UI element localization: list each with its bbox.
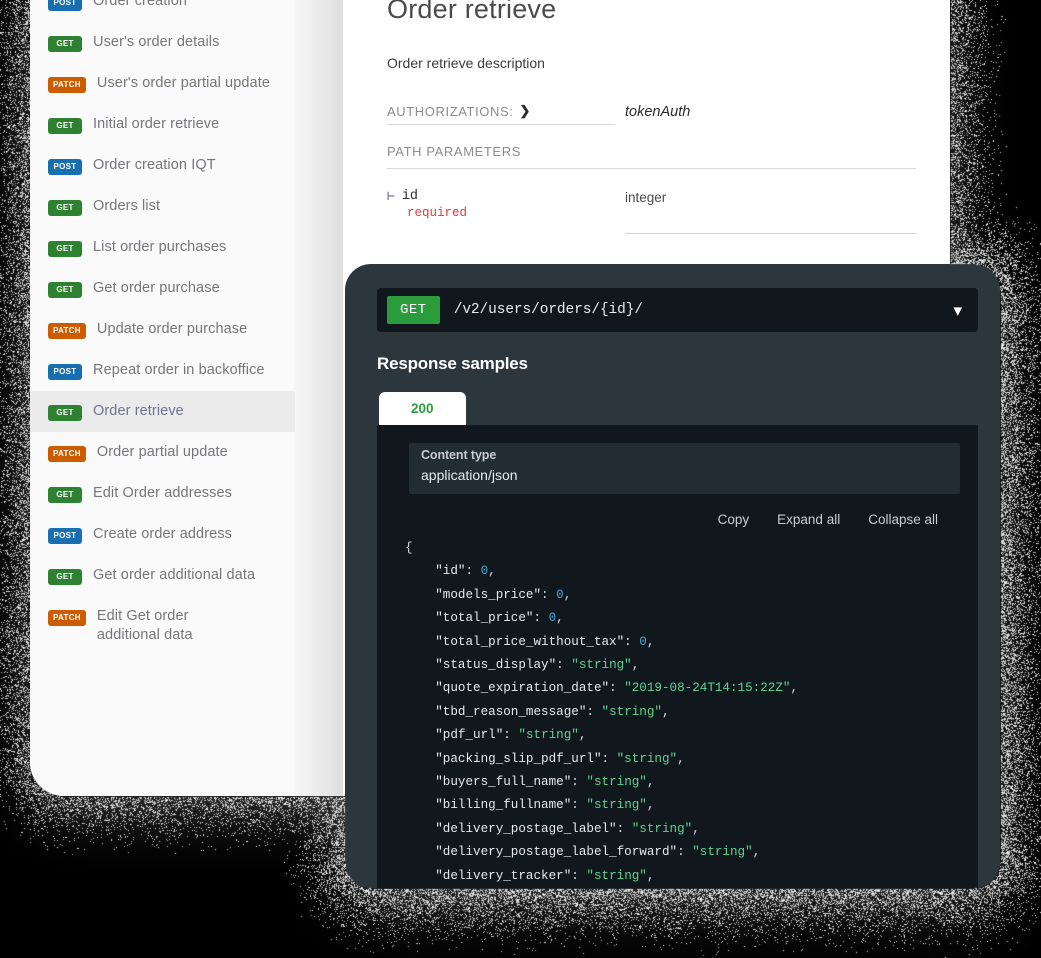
method-badge-get: GET [48,487,82,503]
sidebar-item-edit-get-order-additional-data[interactable]: PATCH Edit Get order additional data [30,596,295,656]
sidebar-item-label: Repeat order in backoffice [93,362,265,378]
sidebar-item-label: Edit Order addresses [93,485,233,501]
method-badge-patch: PATCH [48,446,86,462]
sidebar-item-list: POSTRepeat orderPOSTOrder creationGETUse… [30,0,295,656]
collapse-all-button[interactable]: Collapse all [868,512,938,527]
expand-all-button[interactable]: Expand all [777,512,840,527]
path-parameter-type: integer [625,190,667,205]
path-parameters-label: PATH PARAMETERS [387,128,916,169]
response-samples-title: Response samples [377,354,528,373]
content-type-label: Content type [421,448,497,462]
endpoint-method-badge: GET [387,296,440,324]
code-area: Content type application/json Copy Expan… [377,425,978,888]
method-badge-get: GET [48,405,82,421]
sidebar-item-label: Edit Get order additional data [96,608,193,643]
sidebar-edge-shadow [295,0,343,796]
code-actions: Copy Expand all Collapse all [399,512,938,527]
content-type-box[interactable]: Content type application/json [409,443,960,494]
authorizations-key[interactable]: AUTHORIZATIONS: ❯ [387,103,615,125]
path-parameter-right: integer [625,189,916,234]
endpoint-bar[interactable]: GET /v2/users/orders/{id}/ ▾ [377,288,978,332]
path-parameter-name-wrap: ⊢ id [387,189,615,204]
method-badge-get: GET [48,36,82,52]
sidebar-item-label: Order creation [93,0,188,9]
sidebar-item-update-order-purchase[interactable]: PATCH Update order purchase [30,309,295,350]
sidebar-item-create-order-address[interactable]: POST Create order address [30,514,295,555]
path-parameter-name: id [401,189,419,204]
sidebar-item-order-retrieve[interactable]: GET Order retrieve [30,391,295,432]
sidebar-item-label: List order purchases [93,239,227,255]
path-parameter-left: ⊢ id required [387,189,615,234]
json-sample-code: { "id": 0, "models_price": 0, "total_pri… [405,541,799,883]
method-badge-patch: PATCH [48,323,86,339]
sidebar-item-order-creation-iqt[interactable]: POST Order creation IQT [30,145,295,186]
authorizations-label: AUTHORIZATIONS: [387,103,514,119]
sidebar-item-orders-list[interactable]: GET Orders list [30,186,295,227]
sidebar-item-get-order-purchase[interactable]: GET Get order purchase [30,268,295,309]
sidebar-item-label: Get order additional data [93,567,256,583]
sidebar-item-label: Order retrieve [93,403,184,419]
copy-button[interactable]: Copy [718,512,750,527]
method-badge-get: GET [48,282,82,298]
sidebar-item-label: Get order purchase [93,280,220,296]
method-badge-get: GET [48,200,82,216]
sidebar-item-label: Order partial update [96,444,228,460]
sidebar-nav[interactable]: POSTRepeat orderPOSTOrder creationGETUse… [30,0,295,796]
chevron-right-icon[interactable]: ❯ [519,103,531,119]
authorizations-row[interactable]: AUTHORIZATIONS: ❯ tokenAuth [387,103,916,125]
sidebar-item-label: Order creation IQT [93,157,216,173]
sidebar-item-label: Update order purchase [96,321,248,337]
method-badge-patch: PATCH [48,77,86,93]
sidebar-item-label: User's order partial update [96,75,270,91]
sidebar-item-user-s-order-partial-update[interactable]: PATCH User's order partial update [30,63,295,104]
authorizations-value: tokenAuth [625,103,691,120]
sidebar-item-edit-order-addresses[interactable]: GET Edit Order addresses [30,473,295,514]
content-type-value: application/json [421,467,518,483]
screenshot-stage: POSTRepeat orderPOSTOrder creationGETUse… [0,0,1041,958]
path-parameter-row: ⊢ id required integer [387,169,916,234]
sidebar-item-label: Create order address [93,526,233,542]
parameter-marker-icon: ⊢ [387,189,395,204]
sidebar-item-get-order-additional-data[interactable]: GET Get order additional data [30,555,295,596]
method-badge-post: POST [48,0,82,11]
sidebar-item-label: User's order details [93,34,220,50]
sidebar-item-label: Orders list [93,198,161,214]
path-parameter-required: required [407,206,468,220]
page-title: Order retrieve [387,0,557,24]
method-badge-post: POST [48,364,82,380]
sidebar-item-order-creation[interactable]: POST Order creation [30,0,295,22]
method-badge-get: GET [48,569,82,585]
method-badge-post: POST [48,159,82,175]
sidebar-item-label: Initial order retrieve [93,116,220,132]
sidebar-item-initial-order-retrieve[interactable]: GET Initial order retrieve [30,104,295,145]
sidebar-item-order-partial-update[interactable]: PATCH Order partial update [30,432,295,473]
sidebar-item-user-s-order-details[interactable]: GET User's order details [30,22,295,63]
chevron-down-icon[interactable]: ▾ [953,302,962,319]
method-badge-patch: PATCH [48,610,86,626]
method-badge-get: GET [48,118,82,134]
method-badge-post: POST [48,528,82,544]
status-tab-200[interactable]: 200 [379,392,466,425]
operation-description: Order retrieve description [387,55,545,71]
response-samples-panel: GET /v2/users/orders/{id}/ ▾ Response sa… [345,264,1000,888]
method-badge-get: GET [48,241,82,257]
endpoint-path: /v2/users/orders/{id}/ [453,302,643,318]
status-tabs: 200 [377,392,978,425]
sidebar-item-repeat-order-in-backoffice[interactable]: POST Repeat order in backoffice [30,350,295,391]
sidebar-item-list-order-purchases[interactable]: GET List order purchases [30,227,295,268]
